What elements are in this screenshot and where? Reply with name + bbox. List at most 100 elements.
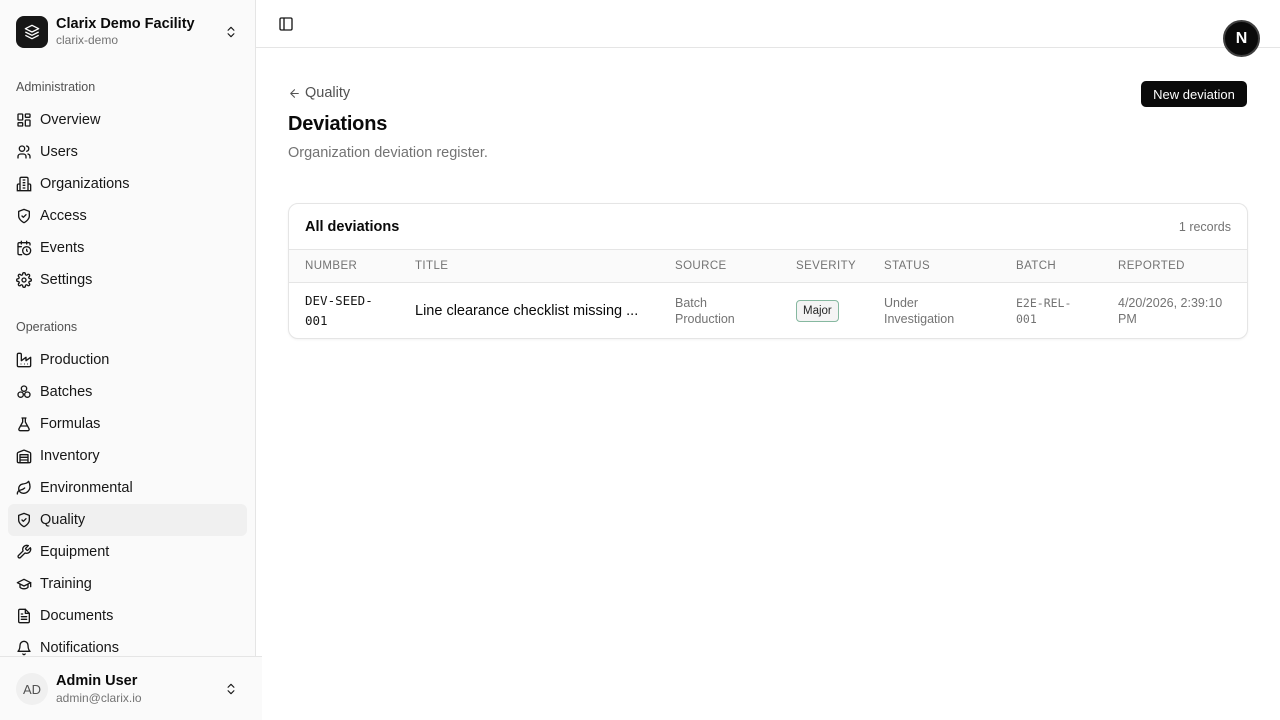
column-header-title[interactable]: TITLE [415, 250, 448, 282]
sidebar-item-events[interactable]: Events [8, 232, 247, 264]
severity-badge: Major [796, 300, 839, 322]
status-line: Investigation [884, 312, 955, 326]
table-row[interactable]: DEV-SEED- 001 Line clearance checklist m… [289, 283, 1247, 338]
nav-group-operations: Operations [16, 320, 78, 334]
sidebar-item-users[interactable]: Users [8, 136, 247, 168]
reported-line: 4/20/2026, 2:39:10 [1118, 296, 1223, 310]
sidebar-item-environmental[interactable]: Environmental [8, 472, 247, 504]
document-icon [16, 608, 32, 624]
sidebar-item-overview[interactable]: Overview [8, 104, 247, 136]
table-header: NUMBER TITLE SOURCE SEVERITY STATUS BATC… [289, 249, 1247, 283]
users-icon [16, 144, 32, 160]
sidebar-item-label: Production [40, 352, 110, 368]
record-count: 1 records [1178, 219, 1231, 234]
batch-line: 001 [1016, 312, 1037, 326]
gear-icon [16, 272, 32, 288]
sidebar-item-training[interactable]: Training [8, 568, 247, 600]
chevrons-up-down-icon [223, 24, 239, 40]
boxes-icon [16, 384, 32, 400]
nav-operations: Production Batches Formulas Inventory En… [8, 344, 247, 664]
sidebar-item-label: Quality [40, 512, 86, 528]
calendar-clock-icon [16, 240, 32, 256]
dev-badge[interactable]: N [1223, 20, 1260, 57]
deviation-number-line: DEV-SEED- [305, 293, 373, 308]
user-menu-button[interactable]: AD Admin User admin@clarix.io [8, 665, 247, 713]
sidebar-item-label: Overview [40, 112, 101, 128]
sidebar-item-equipment[interactable]: Equipment [8, 536, 247, 568]
sidebar-item-access[interactable]: Access [8, 200, 247, 232]
reported-line: PM [1118, 312, 1137, 326]
warehouse-icon [16, 448, 32, 464]
bell-icon [16, 640, 32, 656]
org-name: Clarix Demo Facility [56, 16, 195, 33]
building-icon [16, 176, 32, 192]
sidebar-item-label: Inventory [40, 448, 100, 464]
user-email: admin@clarix.io [56, 690, 142, 705]
chevrons-up-down-icon [223, 681, 239, 697]
sidebar-item-label: Events [40, 240, 85, 256]
cell-severity: Major [796, 283, 839, 338]
sidebar-item-label: Users [40, 144, 78, 160]
deviation-number-line: 001 [305, 313, 328, 328]
new-deviation-button[interactable]: New deviation [1141, 81, 1247, 107]
sidebar-item-formulas[interactable]: Formulas [8, 408, 247, 440]
avatar: AD [16, 673, 48, 705]
grid-icon [16, 112, 32, 128]
sidebar-item-label: Formulas [40, 416, 101, 432]
sidebar-item-label: Training [40, 576, 92, 592]
sidebar-item-label: Batches [40, 384, 93, 400]
sidebar-item-label: Documents [40, 608, 114, 624]
nav-administration: Overview Users Organizations Access Even… [8, 104, 247, 296]
graduation-cap-icon [16, 576, 32, 592]
sidebar-item-label: Settings [40, 272, 93, 288]
sidebar-item-label: Organizations [40, 176, 130, 192]
org-switcher[interactable]: Clarix Demo Facility clarix-demo [8, 8, 247, 56]
arrow-left-icon [288, 87, 301, 100]
leaf-icon [16, 480, 32, 496]
sidebar-item-label: Access [40, 208, 87, 224]
cell-reported: 4/20/2026, 2:39:10 PM [1118, 283, 1223, 338]
sidebar-item-label: Equipment [40, 544, 110, 560]
column-header-batch[interactable]: BATCH [1016, 250, 1056, 282]
sidebar-item-production[interactable]: Production [8, 344, 247, 376]
cell-status: Under Investigation [884, 283, 955, 338]
nav-group-administration: Administration [16, 80, 96, 94]
sidebar-toggle-icon[interactable] [276, 14, 296, 34]
wrench-icon [16, 544, 32, 560]
cell-title: Line clearance checklist missing ... [415, 283, 638, 338]
sidebar-item-inventory[interactable]: Inventory [8, 440, 247, 472]
sidebar-item-quality[interactable]: Quality [8, 504, 247, 536]
sidebar: Clarix Demo Facility clarix-demo Adminis… [0, 0, 262, 720]
column-header-severity[interactable]: SEVERITY [796, 250, 856, 282]
layers-icon [16, 16, 48, 48]
user-footer: AD Admin User admin@clarix.io [0, 656, 262, 720]
column-header-number[interactable]: NUMBER [305, 250, 357, 282]
source-line: Production [675, 312, 735, 326]
card-title: All deviations [305, 218, 400, 235]
org-slug: clarix-demo [56, 32, 119, 47]
shield-check-icon [16, 208, 32, 224]
status-line: Under [884, 296, 919, 310]
deviations-card: All deviations 1 records NUMBER TITLE SO… [288, 203, 1248, 339]
deviation-title[interactable]: Line clearance checklist missing ... [415, 303, 638, 319]
sidebar-item-settings[interactable]: Settings [8, 264, 247, 296]
user-name: Admin User [56, 673, 138, 690]
top-bar [256, 0, 1280, 48]
page-title: Deviations [288, 113, 388, 135]
sidebar-item-batches[interactable]: Batches [8, 376, 247, 408]
back-link[interactable]: Quality [288, 84, 350, 102]
sidebar-item-label: Notifications [40, 640, 119, 656]
batch-line: E2E-REL- [1016, 296, 1072, 310]
shield-check-icon [16, 512, 32, 528]
flask-icon [16, 416, 32, 432]
cell-batch: E2E-REL- 001 [1016, 283, 1072, 338]
column-header-status[interactable]: STATUS [884, 250, 930, 282]
cell-number: DEV-SEED- 001 [305, 283, 373, 338]
sidebar-item-organizations[interactable]: Organizations [8, 168, 247, 200]
cell-source: Batch Production [675, 283, 735, 338]
sidebar-item-documents[interactable]: Documents [8, 600, 247, 632]
back-link-label: Quality [305, 85, 351, 101]
column-header-source[interactable]: SOURCE [675, 250, 727, 282]
page-subtitle: Organization deviation register. [288, 145, 488, 161]
column-header-reported[interactable]: REPORTED [1118, 250, 1185, 282]
